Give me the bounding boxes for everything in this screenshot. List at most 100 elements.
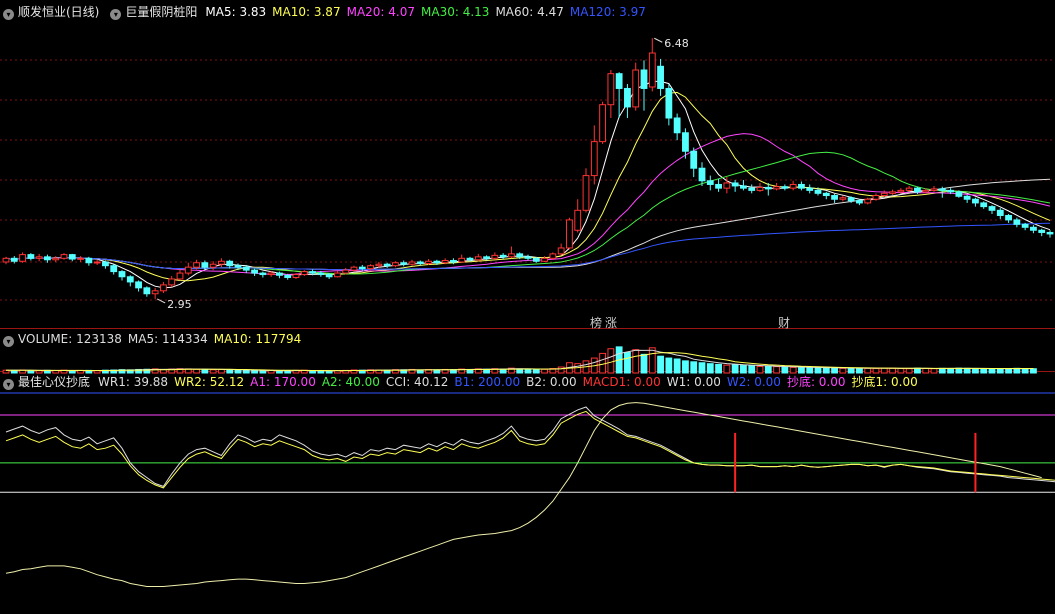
wr2-line (5, 410, 1055, 489)
candle-body (706, 180, 714, 185)
candle-body (665, 87, 673, 119)
volume-bar (723, 364, 731, 374)
volume-bar (731, 364, 739, 374)
candle-body (499, 254, 507, 258)
candle-body (102, 261, 109, 267)
candle-body (864, 198, 872, 204)
candle-body (963, 195, 971, 200)
candle-body (1046, 231, 1054, 235)
volume-bar (972, 368, 979, 374)
volume-bar (996, 368, 1004, 374)
candle-body (822, 192, 830, 197)
candle-body (226, 260, 234, 267)
candle-body (350, 266, 358, 271)
candle-body (234, 265, 242, 268)
volume-bar (938, 367, 946, 374)
volume-bar (1021, 368, 1029, 374)
candle-body (151, 290, 159, 295)
candle-body (1030, 226, 1037, 231)
candle-body (532, 257, 540, 262)
candle-body (657, 65, 664, 89)
candle-body (168, 278, 176, 286)
high-price-label: 6.48 (664, 37, 689, 50)
indicator-legend-item-6: B2: 0.00 (526, 375, 577, 389)
candle-body (955, 191, 963, 197)
candle-body (599, 104, 606, 143)
volume-bar (640, 353, 648, 374)
volume-bar (980, 368, 988, 374)
candle-body (242, 266, 250, 271)
candle-body (259, 272, 267, 276)
candle-body (60, 254, 68, 259)
candle-body (682, 132, 689, 152)
indicator-legend-item-4: CCI: 40.12 (385, 375, 449, 389)
volume-legend-item-1: MA10: 117794 (213, 332, 302, 346)
ma-legend-item-3: MA30: 4.13 (421, 5, 490, 19)
candle-body (35, 256, 43, 259)
candle-body (938, 188, 946, 191)
candle-body (831, 195, 838, 200)
candle-body (839, 197, 847, 200)
main-legend: ▾ 顺发恒业(日线) ▾ 巨量假阴桩阳 MA5: 3.83 MA10: 3.87 MA20:… (0, 3, 652, 21)
candle-body (209, 263, 217, 268)
volume-title: VOLUME: 123138 (18, 332, 122, 346)
candle-body (218, 260, 225, 265)
indicator-legend-item-2: A1: 170.00 (250, 375, 316, 389)
candle-body (358, 266, 366, 270)
indicator-legend-item-8: W1: 0.00 (666, 375, 721, 389)
candle-body (806, 187, 814, 191)
volume-bar (599, 352, 606, 374)
volume-bar (764, 365, 772, 374)
volume-bar (632, 349, 640, 374)
chart-canvas: 6.48 2.95 (0, 37, 1055, 587)
ma10-line (5, 91, 1051, 282)
candle-body (135, 281, 142, 289)
candle-body (566, 219, 573, 249)
candle-body (856, 200, 863, 204)
candle-body (309, 271, 316, 274)
ma-legend-item-0: MA5: 3.83 (205, 5, 267, 19)
collapse-icon[interactable]: ▾ (3, 336, 14, 347)
ma-legend-item-5: MA120: 3.97 (569, 5, 646, 19)
candle-body (574, 209, 582, 231)
candle-body (615, 73, 623, 89)
candle-body (789, 183, 797, 189)
volume-legend: ▾ VOLUME: 123138 MA5: 114334 MA10: 117794 (0, 330, 307, 348)
candle-body (740, 185, 747, 189)
indicator-legend-item-3: A2: 40.00 (321, 375, 380, 389)
collapse-icon[interactable]: ▾ (3, 379, 14, 390)
candle-body (292, 274, 300, 279)
stock-title: 顺发恒业(日线) (18, 5, 100, 19)
candle-body (624, 87, 631, 108)
volume-bar (1030, 368, 1037, 374)
candle-body (516, 253, 524, 258)
candle-body (267, 272, 275, 276)
candle-body (731, 182, 739, 187)
low-price-label: 2.95 (167, 298, 192, 311)
ma120-line (5, 222, 1051, 271)
candle-body (193, 262, 200, 268)
candle-body (814, 189, 822, 194)
candle-body (251, 269, 258, 274)
candle-body (44, 256, 51, 261)
collapse-icon[interactable]: ▾ (110, 9, 122, 20)
candle-body (27, 254, 35, 259)
candle-body (748, 187, 756, 191)
collapse-icon[interactable]: ▾ (3, 9, 14, 20)
candle-body (972, 198, 979, 204)
candlesticks (2, 38, 1054, 299)
indicator-legend-item-10: 抄底: 0.00 (786, 375, 846, 389)
grid-lines (0, 59, 1055, 372)
candle-body (77, 257, 84, 260)
high-marker (654, 37, 663, 43)
candle-body (2, 257, 10, 263)
volume-bar (748, 365, 756, 374)
candle-body (184, 266, 192, 274)
candle-body (723, 182, 731, 189)
candle-body (68, 254, 76, 260)
indicator-legend-item-11: 抄底1: 0.00 (851, 375, 918, 389)
candle-body (698, 167, 706, 182)
candle-body (10, 257, 18, 262)
candle-body (85, 257, 93, 264)
ma-legend-item-4: MA60: 4.47 (495, 5, 564, 19)
